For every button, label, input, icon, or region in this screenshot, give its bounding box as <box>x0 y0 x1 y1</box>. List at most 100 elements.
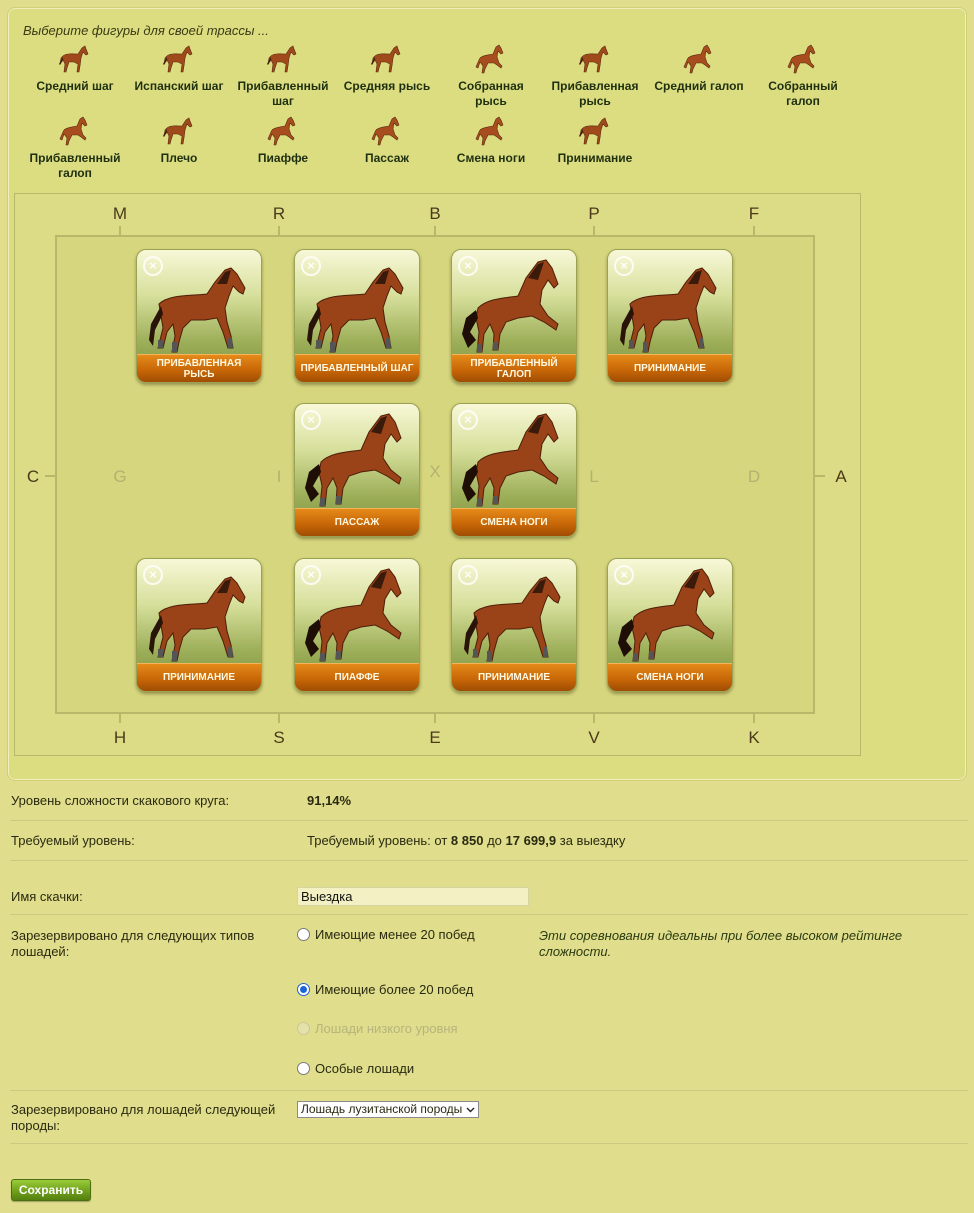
palette-item-shoulder[interactable]: Плечо <box>129 114 229 166</box>
palette-item-collected-canter[interactable]: Собранный галоп <box>753 42 853 109</box>
horse-icon <box>474 42 508 76</box>
figure-card[interactable]: × Принимание <box>451 558 577 692</box>
palette-item-medium-trot[interactable]: Средняя рысь <box>337 42 437 94</box>
close-icon[interactable]: × <box>458 410 478 430</box>
figure-card-caption: Пассаж <box>295 508 419 536</box>
difficulty-label: Уровень сложности скакового круга: <box>11 793 230 808</box>
arena-letter: B <box>429 204 441 223</box>
radio-less-than-20-wins[interactable]: Имеющие менее 20 побед <box>297 927 475 942</box>
close-icon[interactable]: × <box>143 256 163 276</box>
arena-tick <box>753 714 755 723</box>
palette-item-piaffe[interactable]: Пиаффе <box>233 114 333 166</box>
radio-more-than-20-wins[interactable]: Имеющие более 20 побед <box>297 982 473 997</box>
arena-center-letter: X <box>429 462 441 481</box>
arena-letter: S <box>273 728 285 747</box>
close-icon[interactable]: × <box>458 256 478 276</box>
figure-card-caption: Прибавленная рысь <box>137 354 261 382</box>
figure-card[interactable]: × Прибавленный шаг <box>294 249 420 383</box>
arena-letter: E <box>429 728 441 747</box>
palette-item-medium-canter[interactable]: Средний галоп <box>649 42 749 94</box>
horse-icon <box>460 565 570 667</box>
palette-item-extended-walk[interactable]: Прибавленный шаг <box>233 42 333 109</box>
reserved-breed-row: Зарезервировано для лошадей следующей по… <box>10 1091 968 1144</box>
required-level-value: Требуемый уровень: от 8 850 до 17 699,9 … <box>307 833 626 848</box>
palette-item-label: Прибавленная рысь <box>551 79 639 108</box>
palette-item-label: Средний галоп <box>654 79 744 93</box>
arena-center-letter: G <box>113 467 127 486</box>
horse-icon <box>162 42 196 76</box>
palette-item-flying-change[interactable]: Смена ноги <box>441 114 541 166</box>
close-icon[interactable]: × <box>143 565 163 585</box>
palette-item-half-pass[interactable]: Принимание <box>545 114 645 166</box>
radio-button[interactable] <box>297 928 310 941</box>
horse-icon <box>266 42 300 76</box>
horse-icon <box>162 114 196 148</box>
horse-icon <box>578 42 612 76</box>
palette-item-medium-walk[interactable]: Средний шаг <box>25 42 125 94</box>
figure-card[interactable]: × Пассаж <box>294 403 420 537</box>
palette-item-extended-trot[interactable]: Прибавленная рысь <box>545 42 645 109</box>
race-name-input[interactable] <box>297 887 529 906</box>
arena-letter: C <box>26 467 40 486</box>
arena-center-letter: L <box>589 467 599 486</box>
palette-item-label: Собранная рысь <box>458 79 524 108</box>
palette-item-label: Пассаж <box>365 151 409 165</box>
radio-button <box>297 1022 310 1035</box>
required-level-row: Требуемый уровень: Требуемый уровень: от… <box>10 821 968 861</box>
arena-letter: P <box>588 204 600 223</box>
radio-button[interactable] <box>297 1062 310 1075</box>
required-level-label: Требуемый уровень: <box>11 833 135 848</box>
horse-icon <box>303 565 413 667</box>
arena-tick <box>593 226 595 235</box>
figure-card-caption: Пиаффе <box>295 663 419 691</box>
palette-item-spanish-walk[interactable]: Испанский шаг <box>129 42 229 94</box>
chevron-down-icon <box>466 1107 475 1112</box>
arena-letter: V <box>588 728 600 747</box>
close-icon[interactable]: × <box>301 565 321 585</box>
close-icon[interactable]: × <box>301 410 321 430</box>
palette-item-passage[interactable]: Пассаж <box>337 114 437 166</box>
palette-item-label: Средняя рысь <box>343 79 431 93</box>
arena-tick <box>278 226 280 235</box>
palette-item-label: Плечо <box>160 151 198 165</box>
radio-button[interactable] <box>297 983 310 996</box>
arena-center-letter: D <box>747 467 761 486</box>
horse-icon <box>145 565 255 667</box>
palette-item-extended-canter[interactable]: Прибавленный галоп <box>25 114 125 181</box>
radio-label: Имеющие менее 20 побед <box>315 927 475 942</box>
horse-icon <box>616 256 726 358</box>
arena-tick <box>434 226 436 235</box>
figure-card[interactable]: × Смена ноги <box>451 403 577 537</box>
reserved-types-label: Зарезервировано для следующих типов лоша… <box>11 928 255 959</box>
figure-card[interactable]: × Пиаффе <box>294 558 420 692</box>
horse-icon <box>786 42 820 76</box>
horse-icon <box>266 114 300 148</box>
close-icon[interactable]: × <box>614 256 634 276</box>
close-icon[interactable]: × <box>458 565 478 585</box>
horse-icon <box>370 42 404 76</box>
horse-icon <box>460 256 570 358</box>
horse-icon <box>460 410 570 512</box>
arena-letter: H <box>113 728 127 747</box>
arena-tick <box>815 475 825 477</box>
breed-select-value: Лошадь лузитанской породы <box>301 1102 463 1116</box>
save-button[interactable]: Сохранить <box>11 1179 91 1201</box>
palette-item-collected-trot[interactable]: Собранная рысь <box>441 42 541 109</box>
figure-card[interactable]: × Прибавленная рысь <box>136 249 262 383</box>
horse-icon <box>303 256 413 358</box>
radio-label: Имеющие более 20 побед <box>315 982 474 997</box>
arena-letter: A <box>835 467 847 486</box>
close-icon[interactable]: × <box>614 565 634 585</box>
figure-card-caption: Принимание <box>452 663 576 691</box>
figure-card-caption: Смена ноги <box>608 663 732 691</box>
close-icon[interactable]: × <box>301 256 321 276</box>
figure-card[interactable]: × Смена ноги <box>607 558 733 692</box>
arena-letter: M <box>112 204 128 223</box>
breed-select[interactable]: Лошадь лузитанской породы <box>297 1101 479 1118</box>
arena-tick <box>278 714 280 723</box>
figure-card[interactable]: × Прибавленный галоп <box>451 249 577 383</box>
arena-tick <box>45 475 55 477</box>
figure-card[interactable]: × Принимание <box>136 558 262 692</box>
figure-card[interactable]: × Принимание <box>607 249 733 383</box>
radio-special-horses[interactable]: Особые лошади <box>297 1061 414 1076</box>
